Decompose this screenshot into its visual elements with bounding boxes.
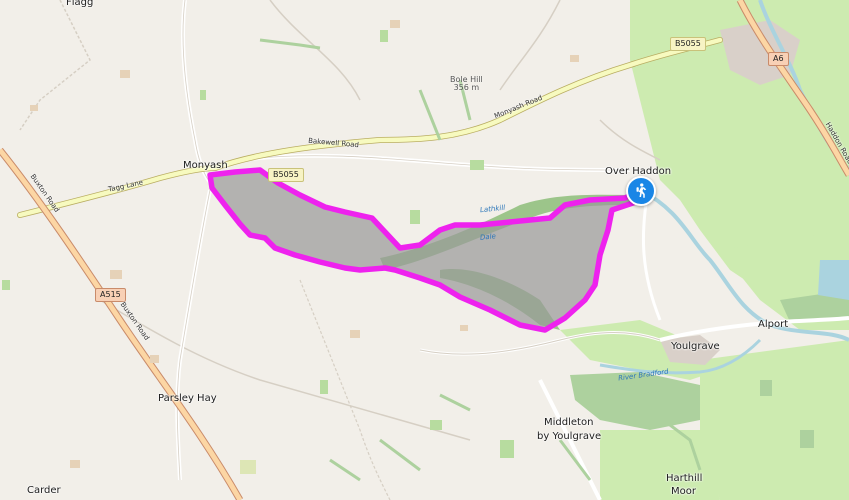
place-middleton-by-youlgrave: by Youlgrave	[537, 431, 602, 442]
place-parsley-hay: Parsley Hay	[158, 393, 217, 404]
place-middleton: Middleton	[544, 417, 594, 428]
peak-elevation: 356 m	[453, 83, 480, 92]
place-flagg: Flagg	[66, 0, 94, 8]
place-harthill-moor: Moor	[671, 486, 696, 497]
hiker-icon	[636, 183, 647, 198]
road-shield-b5055-west: B5055	[268, 168, 304, 182]
road-shield-a6: A6	[768, 52, 789, 66]
place-monyash: Monyash	[183, 160, 228, 171]
peak-bole-hill: Bole Hill 356 m	[450, 76, 483, 92]
start-marker[interactable]	[626, 176, 656, 206]
map-view[interactable]: Flagg Monyash Over Haddon Alport Youlgra…	[0, 0, 849, 500]
place-youlgrave: Youlgrave	[671, 341, 720, 352]
road-shield-b5055-east: B5055	[670, 37, 706, 51]
place-carder: Carder	[27, 485, 61, 496]
place-alport: Alport	[758, 319, 789, 330]
place-harthill: Harthill	[666, 473, 703, 484]
road-shield-a515: A515	[95, 288, 126, 302]
map-base[interactable]	[0, 0, 849, 500]
